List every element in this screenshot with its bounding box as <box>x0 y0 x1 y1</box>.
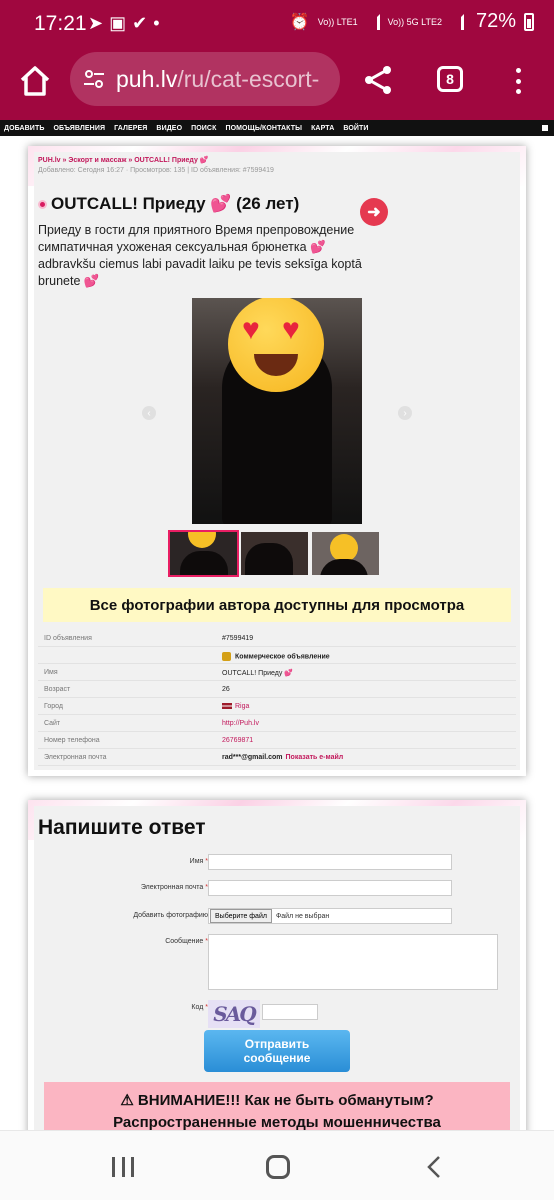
captcha-input[interactable] <box>262 1004 318 1020</box>
back-icon[interactable] <box>426 1155 442 1179</box>
share-icon[interactable] <box>362 64 394 96</box>
sim1-indicator: Vo)) LTE1 <box>317 16 358 27</box>
detail-row: ID объявления #7599419 <box>38 630 516 647</box>
ad-card: PUH.lv » Эскорт и массаж » OUTCALL! Прие… <box>28 146 526 776</box>
ad-marker-icon <box>38 200 47 210</box>
url-path: /ru/cat-escort- <box>177 65 320 92</box>
telegram-icon: ➤ <box>88 13 110 33</box>
email-input[interactable] <box>208 880 452 896</box>
nav-search[interactable]: ПОИСК <box>191 125 216 132</box>
prev-photo-icon[interactable]: ‹ <box>142 406 156 420</box>
detail-row: Номер телефона 26769871 <box>38 732 516 749</box>
thumbnail-2[interactable] <box>241 532 308 575</box>
detail-row: Электронная почта rad***@gmail.com Показат… <box>38 749 516 766</box>
site-nav: ДОБАВИТЬ ОБЪЯВЛЕНИЯ ГАЛЕРЕЯ ВИДЕО ПОИСК … <box>0 120 554 136</box>
notification-icons: ➤▣✔• <box>88 13 166 34</box>
nav-video[interactable]: ВИДЕО <box>156 125 182 132</box>
nav-help[interactable]: ПОМОЩЬ/КОНТАКТЫ <box>225 125 302 132</box>
status-bar: 17:21 ➤▣✔• ⏰ Vo)) LTE1 Vo)) 5G LTE2 72% <box>0 0 554 50</box>
show-email-link[interactable]: Показать e-майл <box>286 754 344 761</box>
detail-row: Сайт http://Puh.lv <box>38 715 516 732</box>
nav-login[interactable]: ВОЙТИ <box>343 125 368 132</box>
reply-title: Напишите ответ <box>38 816 206 839</box>
detail-row: Коммерческое объявление <box>38 647 516 664</box>
detail-row: Имя OUTCALL! Приеду 💕 <box>38 664 516 681</box>
home-icon[interactable] <box>18 64 52 98</box>
breadcrumb[interactable]: PUH.lv » Эскорт и массаж » OUTCALL! Прие… <box>38 156 209 164</box>
detail-row: Город Riga <box>38 698 516 715</box>
ad-title: OUTCALL! Приеду 💕 (26 лет) <box>38 194 299 214</box>
next-photo-icon[interactable]: › <box>398 406 412 420</box>
home-nav-icon[interactable] <box>266 1155 290 1179</box>
address-bar[interactable]: puh.lv/ru/cat-escort- <box>70 52 340 106</box>
status-time: 17:21 <box>34 12 87 35</box>
battery-percent: 72% <box>475 10 516 32</box>
all-photos-banner[interactable]: Все фотографии автора доступны для просм… <box>43 588 511 622</box>
name-input[interactable] <box>208 854 452 870</box>
ad-details-table: ID объявления #7599419 Коммерческое объяв… <box>38 630 516 766</box>
url-host: puh.lv <box>116 65 178 92</box>
file-input[interactable]: Выберите файл Файл не выбран <box>208 908 452 924</box>
fraud-warning[interactable]: ⚠ ВНИМАНИЕ!!! Как не быть обманутым? Рас… <box>44 1082 510 1130</box>
reply-body: Напишите ответ Имя * Электронная почта *… <box>34 806 520 1130</box>
nav-add[interactable]: ДОБАВИТЬ <box>4 125 44 132</box>
main-photo[interactable]: ♥ ♥ <box>192 298 362 524</box>
photo-thumbnails <box>168 530 379 577</box>
ad-title-text: OUTCALL! Приеду 💕 (26 лет) <box>51 194 300 213</box>
dot-icon: • <box>153 13 166 33</box>
thumbnail-3[interactable] <box>312 532 379 575</box>
signal1-icon <box>366 13 380 30</box>
system-nav-bar <box>0 1130 554 1200</box>
nav-square-icon <box>542 125 548 131</box>
alarm-icon: ⏰ <box>289 13 310 31</box>
browser-toolbar: puh.lv/ru/cat-escort- 8 <box>0 50 554 120</box>
gallery-icon: ▣ <box>109 13 133 33</box>
phone-link[interactable]: 26769871 <box>222 737 253 744</box>
page-content: PUH.lv » Эскорт и массаж » OUTCALL! Прие… <box>0 136 554 1130</box>
nav-ads[interactable]: ОБЪЯВЛЕНИЯ <box>53 125 105 132</box>
reply-card: Напишите ответ Имя * Электронная почта *… <box>28 800 526 1130</box>
heart-eyes-emoji-icon: ♥ ♥ <box>228 298 324 392</box>
system-status: ⏰ Vo)) LTE1 Vo)) 5G LTE2 72% <box>290 10 534 33</box>
send-message-button[interactable]: Отправить сообщение <box>204 1030 350 1072</box>
ad-meta: Добавлено: Сегодня 16:27 · Просмотров: 1… <box>38 167 274 174</box>
site-link[interactable]: http://Puh.lv <box>222 720 259 727</box>
ad-body: PUH.lv » Эскорт и массаж » OUTCALL! Прие… <box>34 152 520 770</box>
nav-map[interactable]: КАРТА <box>311 125 334 132</box>
ad-description: Приеду в гости для приятного Время препр… <box>38 223 362 288</box>
detail-row: Возраст 26 <box>38 681 516 698</box>
signal2-icon <box>450 13 464 30</box>
overflow-menu-icon[interactable] <box>510 64 526 98</box>
battery-icon <box>524 12 534 31</box>
coins-icon <box>222 652 231 661</box>
site-settings-icon[interactable] <box>82 67 106 91</box>
url-text: puh.lv/ru/cat-escort- <box>116 66 319 93</box>
nav-gallery[interactable]: ГАЛЕРЕЯ <box>114 125 147 132</box>
thumbnail-1[interactable] <box>168 530 239 577</box>
check-icon: ✔ <box>132 13 154 33</box>
choose-file-button[interactable]: Выберите файл <box>210 909 272 923</box>
tab-switcher-button[interactable]: 8 <box>437 66 463 92</box>
message-textarea[interactable] <box>208 934 498 990</box>
sim2-indicator: Vo)) 5G LTE2 <box>387 16 442 27</box>
email-value: rad***@gmail.com <box>222 754 283 761</box>
latvia-flag-icon <box>222 703 232 710</box>
captcha-image: SAQ <box>208 1000 260 1028</box>
recent-apps-icon[interactable] <box>112 1157 134 1177</box>
